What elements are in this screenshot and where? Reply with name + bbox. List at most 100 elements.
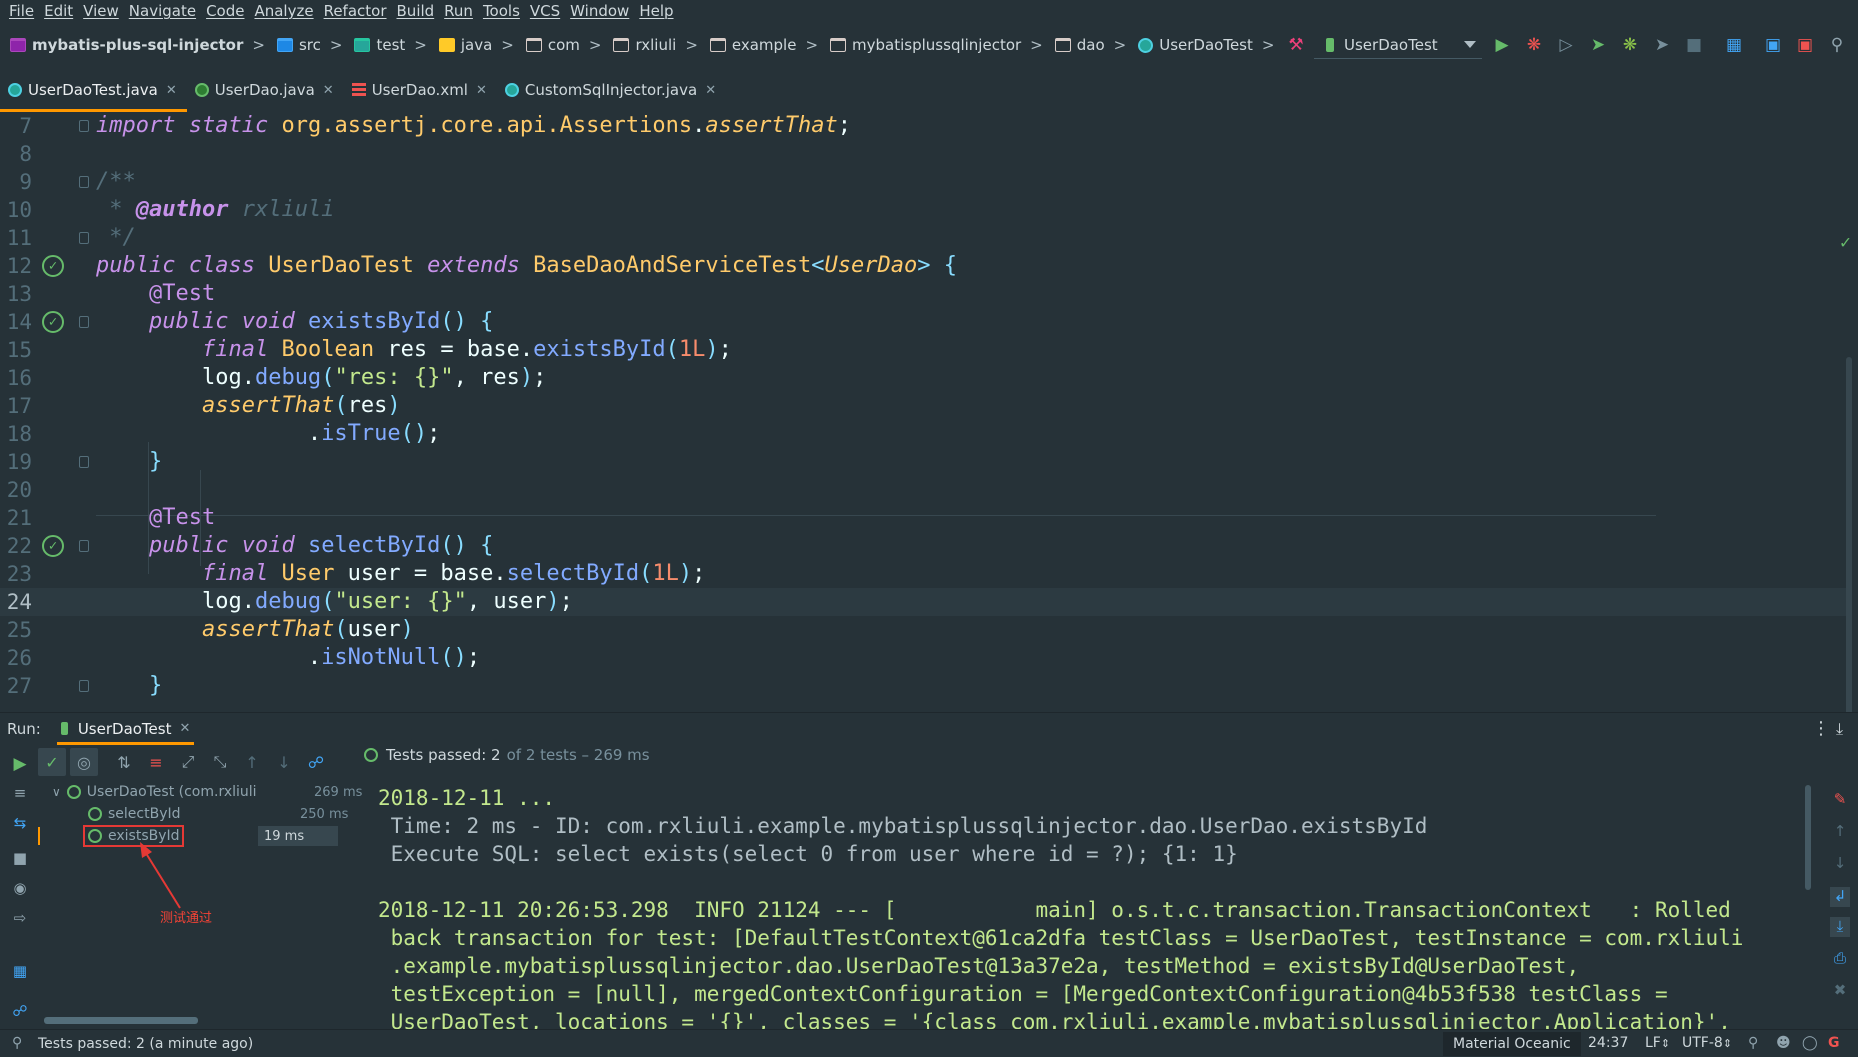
translate-icon[interactable]: ▣ bbox=[1763, 35, 1783, 55]
expand-all-icon[interactable]: ⤢ bbox=[174, 748, 202, 776]
run-test-gutter-icon[interactable]: ✓ bbox=[42, 255, 64, 277]
code-line: 26 .isNotNull(); bbox=[6, 645, 481, 670]
breadcrumb-project[interactable]: mybatis-plus-sql-injector > bbox=[0, 36, 265, 54]
trash-icon[interactable]: ✖ bbox=[1830, 981, 1850, 1001]
menu-analyze[interactable]: Analyze bbox=[251, 2, 320, 20]
menu-refactor[interactable]: Refactor bbox=[321, 2, 394, 20]
collapse-all-icon[interactable]: ⤡ bbox=[206, 748, 234, 776]
clear-brush-icon[interactable]: ✎ bbox=[1830, 790, 1850, 810]
run-test-gutter-icon[interactable]: ✓ bbox=[42, 311, 64, 333]
tab-userdao[interactable]: UserDao.java ✕ bbox=[187, 68, 344, 112]
breadcrumb-dao[interactable]: dao > bbox=[1043, 36, 1126, 54]
translate-alt-icon[interactable]: ▣ bbox=[1795, 35, 1815, 55]
breadcrumb-src[interactable]: src > bbox=[265, 36, 342, 54]
menu-view[interactable]: View bbox=[80, 2, 126, 20]
hide-panel-icon[interactable]: ⤓ bbox=[1836, 719, 1843, 739]
debug-icon[interactable]: ❋ bbox=[1524, 35, 1544, 55]
code-line: 7 import static org.assertj.core.api.Asse… bbox=[19, 113, 852, 138]
menu-tools[interactable]: Tools bbox=[480, 2, 527, 20]
show-ignored-icon[interactable]: ◎ bbox=[70, 748, 98, 776]
run-tab-userdaotest[interactable]: UserDaoTest ✕ bbox=[56, 713, 195, 745]
theme-indicator[interactable]: Material Oceanic bbox=[1443, 1032, 1581, 1056]
search-icon[interactable]: ⚲ bbox=[1827, 35, 1847, 55]
breadcrumb-userdaotest[interactable]: UserDaoTest > bbox=[1126, 36, 1274, 54]
toggle-auto-test-icon[interactable]: ⇆ bbox=[10, 814, 30, 834]
breadcrumb-mybatisplussqlinjector[interactable]: mybatisplussqlinjector > bbox=[818, 36, 1043, 54]
editor-scrollbar[interactable] bbox=[1846, 357, 1852, 712]
print-icon[interactable]: ⎙ bbox=[1830, 949, 1850, 969]
chat-icon[interactable]: ◯ bbox=[1802, 1035, 1818, 1051]
build-hammer-icon[interactable]: ⚒ bbox=[1286, 35, 1306, 55]
sort-alpha-icon[interactable]: ⇅ bbox=[110, 748, 138, 776]
code-editor[interactable]: ✓ 7 import static org.assertj.core.api.As… bbox=[0, 112, 1858, 712]
tab-userdao-xml[interactable]: UserDao.xml ✕ bbox=[344, 68, 497, 112]
tab-userdaotest[interactable]: UserDaoTest.java ✕ bbox=[0, 68, 187, 112]
annotation-arrow bbox=[140, 842, 181, 909]
event-log-icon[interactable]: ⚲ bbox=[12, 1035, 22, 1051]
up-icon[interactable]: ↑ bbox=[1830, 822, 1850, 842]
menu-code[interactable]: Code bbox=[203, 2, 251, 20]
menu-file[interactable]: File bbox=[6, 2, 41, 20]
camera-icon[interactable]: ◉ bbox=[10, 879, 30, 899]
exit-icon[interactable]: ⇨ bbox=[10, 909, 30, 929]
stop-icon[interactable]: ■ bbox=[1684, 35, 1704, 55]
menu-help[interactable]: Help bbox=[636, 2, 680, 20]
tab-customsqlinjector[interactable]: CustomSqlInjector.java ✕ bbox=[497, 68, 726, 112]
menu-vcs[interactable]: VCS bbox=[527, 2, 567, 20]
breadcrumb-rxliuli[interactable]: rxliuli > bbox=[601, 36, 698, 54]
project-structure-icon[interactable]: ▦ bbox=[1724, 35, 1744, 55]
menu-navigate[interactable]: Navigate bbox=[126, 2, 203, 20]
close-icon[interactable]: ✕ bbox=[179, 721, 190, 736]
menu-build[interactable]: Build bbox=[394, 2, 442, 20]
more-options-icon[interactable]: ⋮ bbox=[1812, 718, 1830, 739]
tree-node-selectbyid[interactable]: selectById 250 ms bbox=[88, 803, 358, 825]
google-icon[interactable]: G bbox=[1828, 1035, 1840, 1051]
console-output[interactable]: Tests passed: 2 of 2 tests – 269 ms 2018… bbox=[358, 744, 1808, 1029]
close-icon[interactable]: ✕ bbox=[476, 83, 487, 98]
breadcrumb-example[interactable]: example > bbox=[698, 36, 818, 54]
down-icon[interactable]: ↓ bbox=[1830, 854, 1850, 874]
xml-icon bbox=[351, 83, 366, 97]
close-icon[interactable]: ✕ bbox=[323, 83, 334, 98]
soft-wrap-icon[interactable]: ↲ bbox=[1830, 887, 1850, 907]
menu-window[interactable]: Window bbox=[567, 2, 636, 20]
console-scrollbar[interactable] bbox=[1805, 785, 1811, 890]
scroll-to-end-icon[interactable]: ⤓ bbox=[1830, 917, 1850, 937]
close-icon[interactable]: ✕ bbox=[166, 83, 177, 98]
console-line: testException = [null], mergedContextCon… bbox=[378, 982, 1668, 1006]
inspector-icon[interactable]: ☻ bbox=[1776, 1035, 1791, 1051]
show-passed-icon[interactable]: ✓ bbox=[38, 748, 66, 776]
previous-failed-icon[interactable]: ↑ bbox=[238, 748, 266, 776]
next-failed-icon[interactable]: ↓ bbox=[270, 748, 298, 776]
line-separator[interactable]: LF⇕ bbox=[1645, 1035, 1670, 1051]
update-icon[interactable]: ➤ bbox=[1652, 35, 1672, 55]
tree-scrollbar[interactable] bbox=[44, 1017, 198, 1024]
file-encoding[interactable]: UTF-8⇕ bbox=[1682, 1035, 1732, 1051]
code-line: 21 @Test bbox=[6, 505, 216, 530]
breadcrumb-java[interactable]: java > bbox=[427, 36, 514, 54]
run-coverage-icon[interactable]: ▷ bbox=[1556, 35, 1576, 55]
code-line: 8 bbox=[19, 142, 32, 166]
run-test-gutter-icon[interactable]: ✓ bbox=[42, 535, 64, 557]
attach-debugger-icon[interactable]: ❋ bbox=[1620, 35, 1640, 55]
breadcrumb-com[interactable]: com > bbox=[514, 36, 601, 54]
layout-icon[interactable]: ▦ bbox=[10, 962, 30, 982]
rerun-failed-icon[interactable]: ≡ bbox=[10, 784, 30, 804]
menu-run[interactable]: Run bbox=[441, 2, 480, 20]
profile-icon[interactable]: ➤ bbox=[1588, 35, 1608, 55]
status-message[interactable]: Tests passed: 2 (a minute ago) bbox=[38, 1036, 253, 1052]
link-icon[interactable]: ☍ bbox=[10, 1002, 30, 1022]
menu-edit[interactable]: Edit bbox=[41, 2, 80, 20]
tree-node-userdaotest[interactable]: ∨ UserDaoTest (com.rxliuli.examp 269 ms bbox=[52, 781, 362, 803]
caret-position[interactable]: 24:37 bbox=[1588, 1035, 1628, 1051]
run-icon[interactable]: ▶ bbox=[1492, 35, 1512, 55]
sort-duration-icon[interactable]: ≡ bbox=[142, 748, 170, 776]
close-icon[interactable]: ✕ bbox=[705, 83, 716, 98]
run-configuration-select[interactable]: UserDaoTest bbox=[1314, 31, 1482, 59]
stop-icon[interactable]: ■ bbox=[10, 849, 30, 869]
rerun-icon[interactable]: ▶ bbox=[10, 754, 30, 774]
lock-icon[interactable]: ⚲ bbox=[1748, 1035, 1758, 1051]
link-source-icon[interactable]: ☍ bbox=[302, 748, 330, 776]
breadcrumb-test[interactable]: test > bbox=[342, 36, 427, 54]
passed-icon bbox=[364, 748, 378, 762]
